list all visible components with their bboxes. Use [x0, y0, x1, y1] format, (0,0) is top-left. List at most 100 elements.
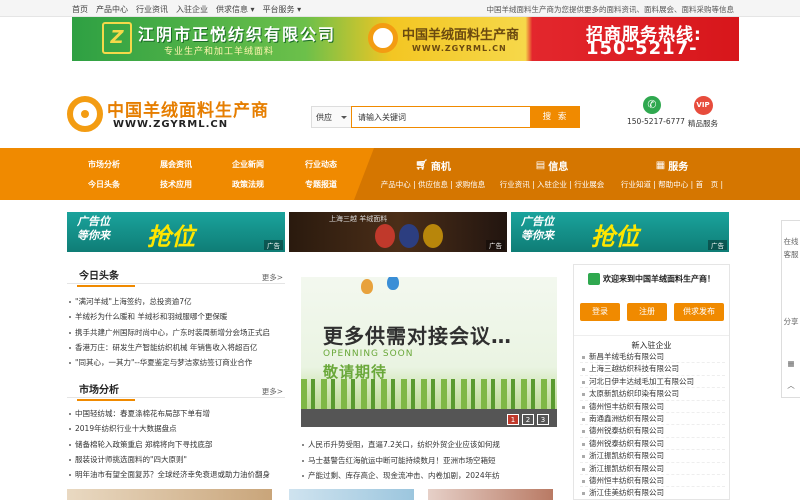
ad-slot-middle[interactable]: 上海三越 羊绒面料 广告: [289, 212, 507, 252]
carousel[interactable]: 更多供需对接会议… OPENNING SOON 敬请期待 1 2 3: [301, 277, 557, 427]
topnav-companies[interactable]: 入驻企业: [176, 4, 208, 15]
bottom-ad-2[interactable]: [289, 489, 414, 500]
list-item[interactable]: 明年油市有望全面复苏？全球经济幸免衰退或助力油价翻身: [67, 467, 285, 482]
top-banner-ad[interactable]: Z 江阴市正悦纺织有限公司 专业生产和加工羊绒面料 中国羊绒面料生产商 WWW.…: [72, 17, 739, 61]
carousel-page-1[interactable]: 1: [507, 414, 519, 425]
nav-tech[interactable]: 技术应用: [160, 175, 192, 195]
vip-service[interactable]: VIP 精品服务: [686, 96, 720, 129]
search-button[interactable]: 搜 索: [531, 106, 580, 128]
list-item[interactable]: 中国轻纺城：春夏涤棉花布局部下单有增: [67, 406, 285, 421]
market-more-link[interactable]: 更多>: [262, 386, 283, 397]
ad-left-text: 广告位 等你来: [77, 215, 110, 243]
ad-slot-left[interactable]: 广告位 等你来 抢位 广告: [67, 212, 285, 252]
nav-policy[interactable]: 政策法规: [232, 175, 264, 195]
nav-expo[interactable]: 展会资讯: [160, 155, 192, 175]
publish-button[interactable]: 供求发布: [674, 303, 724, 321]
online-service-button[interactable]: 在线客服: [782, 235, 800, 291]
nav-today[interactable]: 今日头条: [88, 175, 120, 195]
list-item[interactable]: 服装设计师挑选面料的"四大原则": [67, 452, 285, 467]
list-item[interactable]: 储备棉轮入政策重启 郑棉将向下寻找底部: [67, 437, 285, 452]
banner-site-name: 中国羊绒面料生产商: [402, 28, 520, 43]
topnav-home[interactable]: 首页: [72, 4, 88, 15]
list-item[interactable]: 德州锐泰纺织有限公司: [580, 425, 725, 438]
banner-logo: Z: [102, 22, 132, 54]
list-item[interactable]: 德州恒丰纺织有限公司: [580, 401, 725, 413]
phone-icon: ✆: [643, 96, 661, 114]
nav-special[interactable]: 专题报道: [305, 175, 337, 195]
hotline[interactable]: ✆ 150-5217-6777: [627, 96, 685, 126]
member-panel: 欢迎来到中国羊绒面料生产商！ 登录 注册 供求发布 新入驻企业 新昌羊绒毛纺有限…: [573, 264, 730, 500]
ad-slot-right[interactable]: 广告位 等你来 抢位 广告: [511, 212, 729, 252]
banner-hotline-number: 150-5217-6777: [586, 38, 698, 61]
search-input[interactable]: 请输入关键词: [351, 106, 531, 128]
nav-company-news[interactable]: 企业新闻: [232, 155, 264, 175]
carousel-page-2[interactable]: 2: [522, 414, 534, 425]
list-item[interactable]: 人民币升势受阻，直逼7.2关口，纺织外贸企业应该如何规: [301, 437, 557, 453]
list-item[interactable]: 2019年纺织行业十大数据盘点: [67, 421, 285, 436]
list-item[interactable]: 德州锐泰纺织有限公司: [580, 438, 725, 451]
ad-tag: 广告: [708, 240, 727, 250]
top-nav: 首页 产品中心 行业资讯 入驻企业 供求信息 ▾ 平台服务 ▾: [72, 4, 301, 15]
bottom-ad-1[interactable]: [67, 489, 272, 500]
nav-market[interactable]: 市场分析: [88, 155, 120, 175]
top-right-text: 中国羊绒面料生产商为您提供更多的面料资讯、面料展会、面料采购等信息: [486, 5, 735, 14]
market-section: 市场分析 更多> 中国轻纺城：春夏涤棉花布局部下单有增 2019年纺织行业十大数…: [67, 378, 285, 482]
nav-col-4: 行业动态 专题报道: [305, 155, 337, 195]
headline-news-list: 人民币升势受阻，直逼7.2关口，纺织外贸企业应该如何规 马士基警告红海航运中断可…: [301, 437, 557, 484]
fabric-roll-image: [399, 224, 419, 248]
share-button[interactable]: 分享: [782, 315, 800, 343]
nav-group-info-links[interactable]: 行业资讯 | 入驻企业 | 行业展会: [498, 179, 606, 190]
list-item[interactable]: 太原新凯纺织印染有限公司: [580, 388, 725, 401]
list-item[interactable]: "满河羊绒"上海签约，总投资逾7亿: [67, 294, 285, 309]
nav-group-business: 🛒︎ 商机 产品中心 | 供应信息 | 求购信息: [380, 158, 486, 190]
ad-tag: 广告: [264, 240, 283, 250]
list-item[interactable]: 产能过剩、库存高企、现金流冲击、内卷加剧，2024年纺: [301, 468, 557, 484]
search-bar: 供应 请输入关键词 搜 索: [311, 106, 580, 128]
list-item[interactable]: 南通鑫洲纺织有限公司: [580, 413, 725, 426]
ad-right-text: 广告位 等你来: [521, 215, 554, 243]
topnav-news[interactable]: 行业资讯: [136, 4, 168, 15]
list-item[interactable]: 马士基警告红海航运中断可能持续数月！亚洲市场空箱短: [301, 453, 557, 469]
nav-group-service-links[interactable]: 行业知道 | 帮助中心 | 首 页 |: [620, 179, 724, 190]
list-item[interactable]: 浙江振凯纺织有限公司: [580, 450, 725, 463]
list-item[interactable]: 香港万庄：研发生产智能纺织机械 年销售收入将超百亿: [67, 340, 285, 355]
nav-industry[interactable]: 行业动态: [305, 155, 337, 175]
logo-cn-text: 中国羊绒面料生产商: [107, 101, 269, 121]
today-section: 今日头条 更多> "满河羊绒"上海签约，总投资逾7亿 羊绒衫为什么暖和 羊绒衫和…: [67, 264, 285, 370]
topnav-service[interactable]: 平台服务 ▾: [263, 4, 302, 15]
top-bar: 首页 产品中心 行业资讯 入驻企业 供求信息 ▾ 平台服务 ▾ 中国羊绒面料生产…: [0, 0, 800, 17]
topnav-supply[interactable]: 供求信息 ▾: [216, 4, 255, 15]
list-item[interactable]: 德州恒丰纺织有限公司: [580, 475, 725, 488]
new-companies-title: 新入驻企业: [574, 335, 729, 351]
back-to-top-icon[interactable]: ︿: [782, 379, 800, 392]
list-item[interactable]: 新昌羊绒毛纺有限公司: [580, 351, 725, 364]
search-type-select[interactable]: 供应: [311, 106, 351, 128]
list-item[interactable]: 浙江佳美纺织有限公司: [580, 487, 725, 499]
nav-group-business-links[interactable]: 产品中心 | 供应信息 | 求购信息: [380, 179, 486, 190]
topnav-products[interactable]: 产品中心: [96, 4, 128, 15]
nav-col-1: 市场分析 今日头条: [88, 155, 120, 195]
side-toolbar: 在线客服 分享 ▦ ︿: [781, 220, 800, 398]
list-item[interactable]: 浙江振凯纺织有限公司: [580, 463, 725, 475]
service-icon: ▦: [655, 160, 666, 171]
list-item[interactable]: 携手共建广州国际时尚中心，广东时装周新增分会场正式启: [67, 325, 285, 340]
bottom-ad-3[interactable]: [428, 489, 553, 500]
carousel-pager: 1 2 3: [507, 414, 549, 425]
today-list: "满河羊绒"上海签约，总投资逾7亿 羊绒衫为什么暖和 羊绒衫和羽绒服哪个更保暖 …: [67, 294, 285, 370]
list-item[interactable]: "同其心，一其力"--华夏鉴定与梦洁家纺签订商业合作: [67, 355, 285, 370]
list-item[interactable]: 上海三越纺织科技有限公司: [580, 363, 725, 376]
nav-col-3: 企业新闻 政策法规: [232, 155, 264, 195]
balloon-image: [361, 279, 373, 294]
qrcode-icon[interactable]: ▦: [782, 357, 800, 370]
today-more-link[interactable]: 更多>: [262, 272, 283, 283]
banner-site-url: WWW.ZGYRML.CN: [412, 44, 507, 53]
ad-left-line1: 广告位: [77, 215, 110, 228]
list-item[interactable]: 河北日伊丰达绒毛加工有限公司: [580, 376, 725, 389]
login-button[interactable]: 登录: [580, 303, 620, 321]
main-nav: 市场分析 今日头条 展会资讯 技术应用 企业新闻 政策法规 行业动态 专题报道 …: [0, 148, 800, 200]
list-item[interactable]: 羊绒衫为什么暖和 羊绒衫和羽绒服哪个更保暖: [67, 309, 285, 324]
site-logo[interactable]: 中国羊绒面料生产商 WWW.ZGYRML.CN: [67, 94, 269, 136]
welcome-label: 欢迎来到中国羊绒面料生产商！: [603, 274, 715, 284]
register-button[interactable]: 注册: [627, 303, 667, 321]
carousel-page-3[interactable]: 3: [537, 414, 549, 425]
